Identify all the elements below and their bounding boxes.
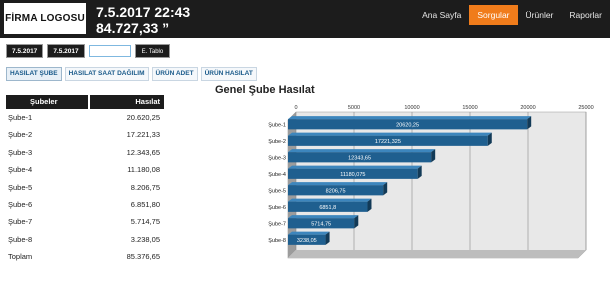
- y-category-label: Şube-8: [268, 238, 286, 244]
- column-header-revenue: Hasılat: [135, 97, 160, 106]
- tab-urun-adet[interactable]: ÜRÜN ADET: [151, 67, 198, 81]
- filter-text-input[interactable]: [88, 45, 131, 57]
- branch-revenue: 3.238,05: [130, 234, 160, 244]
- header-total: 84.727,33 ”: [96, 20, 170, 36]
- branch-name: Şube-5: [8, 182, 33, 192]
- table-row: Şube-8 3.238,05: [6, 231, 164, 248]
- bar-top: [288, 165, 422, 169]
- header-datetime: 7.5.2017 22:43: [96, 4, 191, 20]
- branch-name: Şube-6: [8, 199, 33, 209]
- branch-revenue: 17.221,33: [126, 130, 160, 140]
- column-header-branches: Şubeler: [6, 95, 90, 109]
- branch-revenue-bar-chart: 0 5000 10000 15000 20000 25000 Şube-1 20620,25 Ş…: [268, 105, 594, 259]
- table-header: Şubeler Hasılat: [6, 95, 164, 109]
- y-category-label: Şube-1: [268, 122, 286, 128]
- bar-value-label: 17221,325: [375, 139, 401, 145]
- start-date-field[interactable]: 7.5.2017: [6, 44, 44, 58]
- bar-top: [288, 116, 532, 120]
- nav-item-raporlar[interactable]: Raporlar: [561, 5, 610, 25]
- branch-name: Şube-8: [8, 234, 33, 244]
- tab-hasilat-sube[interactable]: HASILAT ŞUBE: [6, 67, 62, 81]
- chart-floor: [288, 250, 586, 258]
- branch-revenue: 5.714,75: [130, 217, 160, 227]
- bar-value-label: 12343,65: [348, 155, 371, 161]
- y-category-label: Şube-4: [268, 172, 286, 178]
- table-row: Şube-7 5.714,75: [6, 213, 164, 230]
- company-logo[interactable]: FİRMA LOGOSU: [4, 3, 86, 34]
- branch-revenue: 6.851,80: [130, 199, 160, 209]
- table-row: Şube-4 11.180,08: [6, 161, 164, 178]
- report-tabs: HASILAT ŞUBE HASILAT SAAT DAĞILIM ÜRÜN A…: [6, 67, 257, 81]
- x-tick-label: 20000: [520, 105, 535, 111]
- end-date-field[interactable]: 7.5.2017: [47, 44, 85, 58]
- x-tick-label: 0: [294, 105, 297, 111]
- branch-revenue: 12.343,65: [126, 147, 160, 157]
- bar-top: [288, 132, 492, 136]
- bar-value-label: 8206,75: [326, 188, 346, 194]
- x-tick-label: 25000: [578, 105, 593, 111]
- table-row: Şube-6 6.851,80: [6, 196, 164, 213]
- bar-top: [288, 198, 372, 202]
- table-row: Şube-2 17.221,33: [6, 126, 164, 143]
- main-nav: Ana Sayfa Sorgular Ürünler Raporlar: [414, 5, 610, 25]
- nav-item-urunler[interactable]: Ürünler: [518, 5, 562, 25]
- top-header: FİRMA LOGOSU 7.5.2017 22:43 84.727,33 ” …: [0, 0, 610, 38]
- bar-value-label: 5714,75: [311, 221, 331, 227]
- x-tick-label: 15000: [462, 105, 477, 111]
- branch-name: Şube-1: [8, 113, 33, 122]
- x-tick-label: 5000: [348, 105, 360, 111]
- total-value: 85.376,65: [126, 252, 160, 262]
- table-row: Şube-5 8.206,75: [6, 179, 164, 196]
- bar-value-label: 20620,25: [396, 122, 419, 128]
- tab-hasilat-saat-dagilim[interactable]: HASILAT SAAT DAĞILIM: [64, 67, 149, 81]
- bar-top: [288, 231, 330, 235]
- y-category-label: Şube-2: [268, 139, 286, 145]
- bar-top: [288, 215, 359, 219]
- tab-urun-hasilat[interactable]: ÜRÜN HASILAT: [200, 67, 257, 81]
- table-row: Şube-3 12.343,65: [6, 144, 164, 161]
- x-tick-label: 10000: [404, 105, 419, 111]
- table-total-row: Toplam 85.376,65: [6, 248, 164, 265]
- bar-value-label: 3238,05: [297, 238, 317, 244]
- bar-top: [288, 149, 436, 153]
- bar-value-label: 11180,075: [340, 172, 365, 178]
- branch-revenue: 11.180,08: [127, 165, 160, 175]
- y-category-label: Şube-6: [268, 205, 286, 211]
- branch-name: Şube-2: [8, 130, 33, 140]
- chart-title: Genel Şube Hasılat: [215, 84, 315, 96]
- nav-item-ana-sayfa[interactable]: Ana Sayfa: [414, 5, 469, 25]
- table-row: Şube-1 20.620,25: [6, 109, 164, 126]
- branch-revenue-table: Şubeler Hasılat Şube-1 20.620,25 Şube-2 17…: [6, 95, 164, 266]
- y-category-label: Şube-3: [268, 155, 286, 161]
- nav-item-sorgular[interactable]: Sorgular: [469, 5, 518, 25]
- branch-revenue: 20.620,25: [126, 113, 160, 122]
- branch-name: Şube-3: [8, 147, 33, 157]
- bar-value-label: 6851,8: [319, 205, 336, 211]
- branch-revenue: 8.206,75: [130, 182, 160, 192]
- y-category-label: Şube-5: [268, 188, 286, 194]
- bar-top: [288, 182, 388, 186]
- branch-name: Şube-4: [8, 165, 33, 175]
- y-category-label: Şube-7: [268, 221, 286, 227]
- excel-table-button[interactable]: E. Tablo: [134, 44, 171, 58]
- filter-bar: 7.5.2017 7.5.2017 E. Tablo: [6, 44, 171, 58]
- branch-name: Şube-7: [8, 217, 33, 227]
- total-label: Toplam: [8, 252, 33, 262]
